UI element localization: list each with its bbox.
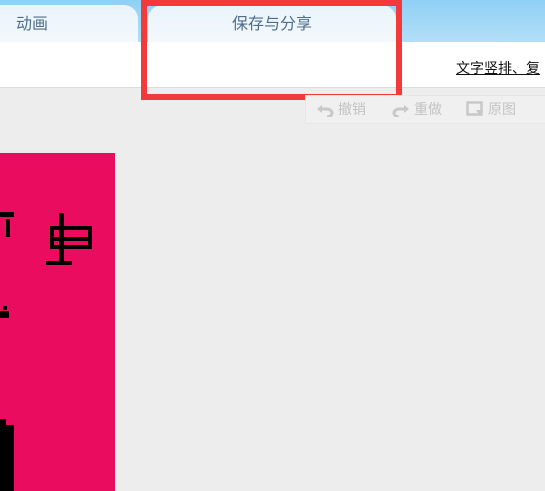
original-image-icon	[466, 101, 483, 116]
poster-canvas[interactable]	[0, 153, 115, 491]
undo-icon	[317, 105, 334, 119]
vertical-text-link[interactable]: 文字竖排、复	[456, 58, 545, 78]
edit-bar: 撤销 重做 原图	[305, 95, 545, 124]
undo-label: 撤销	[338, 102, 366, 118]
original-image-button[interactable]: 原图	[466, 100, 516, 120]
tab-animation-label: 动画	[16, 14, 49, 33]
original-image-label: 原图	[488, 102, 516, 118]
poster-artwork	[0, 212, 92, 491]
redo-label: 重做	[414, 102, 442, 118]
redo-icon	[392, 105, 409, 119]
toolbar: 文字竖排、复	[0, 42, 545, 88]
redo-button[interactable]: 重做	[392, 100, 442, 120]
tab-save-and-share-label: 保存与分享	[231, 14, 312, 33]
undo-button[interactable]: 撤销	[316, 100, 366, 120]
